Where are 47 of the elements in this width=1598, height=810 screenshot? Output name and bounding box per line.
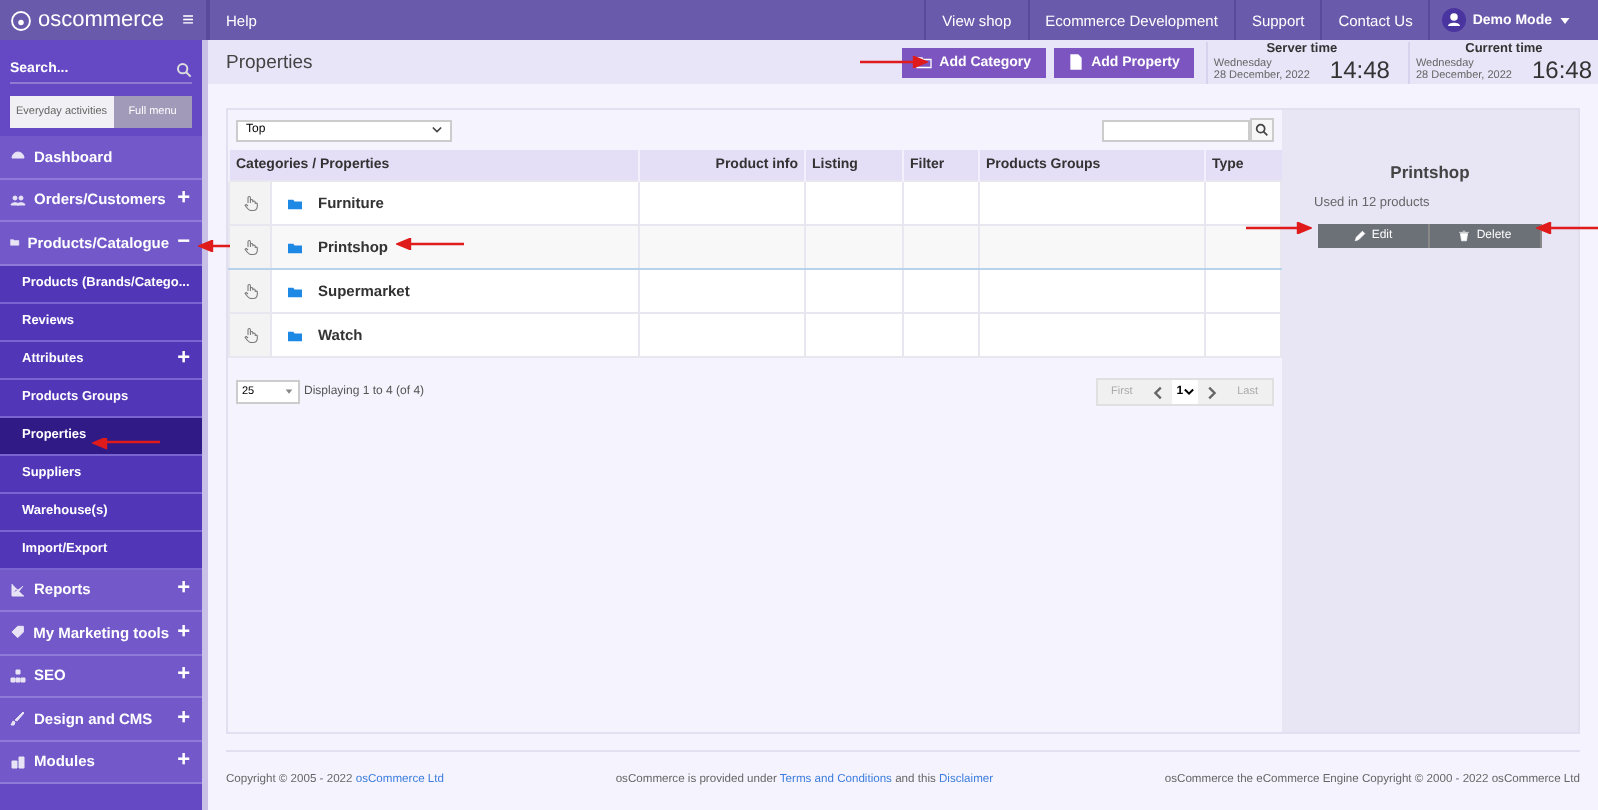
annotation-arrow bbox=[1246, 222, 1312, 234]
expand-toggle[interactable]: + bbox=[177, 578, 190, 601]
clock-time: 14:48 bbox=[1329, 55, 1390, 83]
chart-icon bbox=[10, 581, 26, 598]
expand-toggle[interactable]: + bbox=[177, 188, 190, 211]
detail-title: Printshop bbox=[1390, 162, 1470, 182]
logo-icon bbox=[10, 9, 32, 31]
sitemap-icon bbox=[10, 667, 26, 684]
expand-toggle[interactable]: + bbox=[177, 750, 190, 773]
user-icon bbox=[1442, 8, 1467, 32]
caret-icon bbox=[432, 126, 442, 134]
expand-toggle[interactable]: − bbox=[177, 231, 190, 254]
tag-icon bbox=[10, 624, 26, 641]
hand-icon bbox=[241, 194, 259, 213]
hand-icon bbox=[241, 282, 259, 301]
caret-icon bbox=[284, 388, 294, 396]
annotation-arrow bbox=[198, 240, 230, 252]
page-title: Properties bbox=[226, 51, 313, 73]
file-icon bbox=[1067, 54, 1084, 70]
search-field[interactable] bbox=[1102, 119, 1250, 141]
annotation-arrow bbox=[860, 56, 928, 68]
folder-icon bbox=[288, 329, 302, 341]
trash-icon bbox=[1458, 230, 1471, 242]
dashboard-icon bbox=[10, 148, 26, 165]
hand-icon bbox=[241, 238, 259, 257]
clock-time: 16:48 bbox=[1531, 55, 1592, 83]
expand-toggle[interactable]: + bbox=[177, 348, 190, 370]
modules-icon bbox=[10, 753, 26, 770]
expand-toggle[interactable]: + bbox=[177, 621, 190, 644]
folder-icon bbox=[288, 241, 302, 253]
pencil-icon bbox=[1353, 230, 1366, 242]
hand-icon bbox=[241, 326, 259, 345]
annotation-arrow bbox=[92, 438, 160, 450]
users-icon bbox=[10, 191, 26, 208]
annotation-arrow bbox=[1536, 222, 1598, 234]
folder-icon bbox=[10, 234, 20, 251]
search-icon[interactable] bbox=[176, 61, 192, 77]
search-icon[interactable] bbox=[1250, 118, 1274, 142]
folder-icon bbox=[288, 285, 302, 297]
caret-icon bbox=[1560, 17, 1570, 23]
menu-icon[interactable]: ≡ bbox=[182, 9, 194, 31]
annotation-arrow bbox=[396, 238, 464, 250]
folder-icon bbox=[288, 197, 302, 209]
brush-icon bbox=[10, 710, 26, 727]
expand-toggle[interactable]: + bbox=[177, 664, 190, 687]
expand-toggle[interactable]: + bbox=[177, 707, 190, 730]
logo-text[interactable]: oscommerce bbox=[38, 8, 164, 32]
